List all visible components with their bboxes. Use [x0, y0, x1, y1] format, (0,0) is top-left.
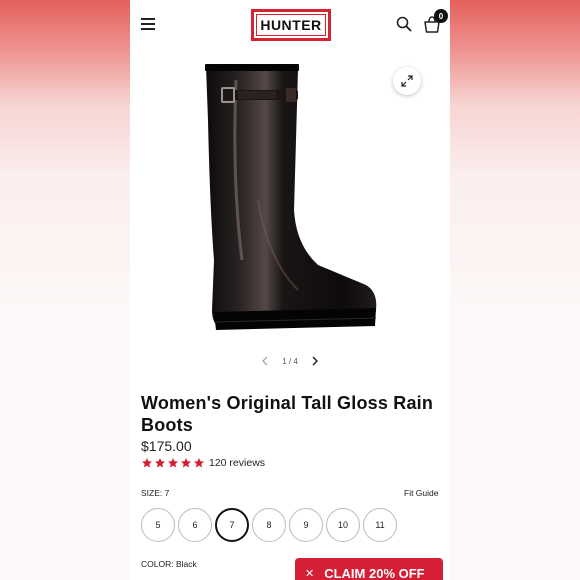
pager-text: 1 / 4: [282, 357, 298, 366]
size-option-11[interactable]: 11: [363, 508, 397, 542]
cart-count-badge: 0: [434, 9, 448, 23]
color-value: Black: [175, 559, 197, 569]
expand-icon: [401, 75, 413, 87]
fit-guide-link[interactable]: Fit Guide: [404, 488, 439, 498]
claim-offer-button[interactable]: ✕ CLAIM 20% OFF: [295, 558, 443, 580]
reviews-link[interactable]: 120 reviews: [209, 457, 265, 469]
star-icon: [181, 458, 191, 468]
product-title: Women's Original Tall Gloss Rain Boots: [141, 393, 434, 435]
color-label: COLOR: Black: [141, 559, 197, 569]
size-option-8[interactable]: 8: [252, 508, 286, 542]
next-image-chevron-icon[interactable]: [310, 355, 320, 367]
search-icon[interactable]: [396, 16, 412, 32]
star-icon: [155, 458, 165, 468]
expand-image-button[interactable]: [393, 67, 421, 95]
product-price: $175.00: [141, 438, 192, 454]
size-option-6[interactable]: 6: [178, 508, 212, 542]
star-icon: [194, 458, 204, 468]
hamburger-menu-icon[interactable]: [141, 18, 155, 30]
logo-text: HUNTER: [256, 14, 326, 36]
pager-separator: /: [288, 356, 292, 366]
size-option-9[interactable]: 9: [289, 508, 323, 542]
image-pager: 1 / 4: [260, 354, 320, 368]
product-rating[interactable]: 120 reviews: [141, 457, 265, 469]
pager-total: 4: [293, 356, 298, 366]
hunter-logo[interactable]: HUNTER: [251, 9, 331, 41]
star-icon: [168, 458, 178, 468]
prev-image-chevron-icon[interactable]: [260, 355, 270, 367]
mobile-page: HUNTER 0 1 / 4 Women's Original Tall Glo…: [130, 0, 450, 580]
size-option-7[interactable]: 7: [215, 508, 249, 542]
size-label: SIZE: 7: [141, 488, 170, 498]
product-image-rain-boot[interactable]: [198, 60, 388, 335]
size-option-5[interactable]: 5: [141, 508, 175, 542]
size-option-10[interactable]: 10: [326, 508, 360, 542]
star-icon: [142, 458, 152, 468]
close-icon[interactable]: ✕: [305, 567, 314, 580]
size-options: 5 6 7 8 9 10 11: [141, 508, 397, 542]
pager-current: 1: [282, 356, 287, 366]
rating-stars: [141, 457, 205, 469]
color-label-key: COLOR:: [141, 559, 174, 569]
claim-offer-label: CLAIM 20% OFF: [324, 565, 425, 580]
